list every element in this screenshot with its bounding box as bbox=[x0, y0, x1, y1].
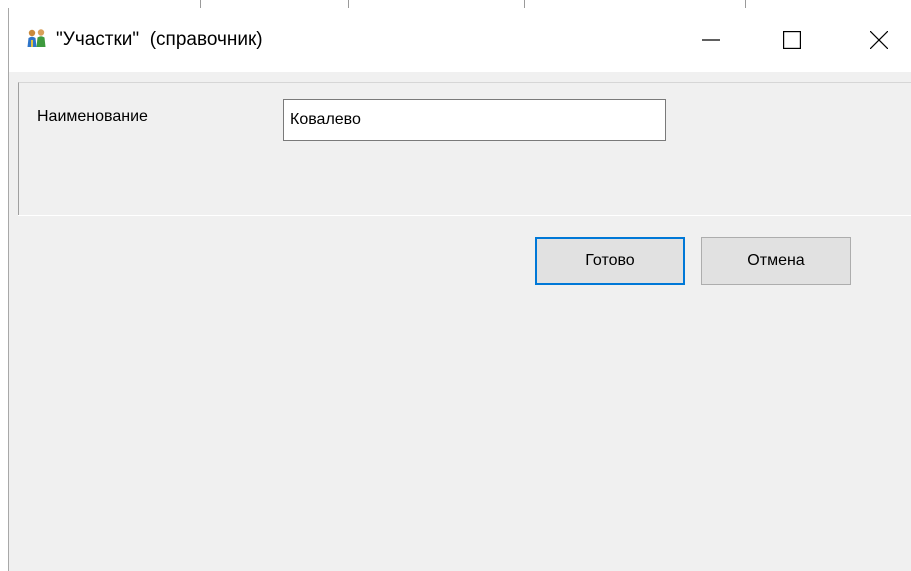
name-input[interactable] bbox=[283, 99, 666, 141]
window-title: "Участки" (справочник) bbox=[56, 29, 263, 50]
form-panel: Наименование bbox=[18, 82, 911, 215]
name-label: Наименование bbox=[37, 108, 148, 125]
cancel-button[interactable]: Отмена bbox=[701, 237, 851, 285]
close-button[interactable] bbox=[847, 8, 911, 72]
close-icon bbox=[870, 31, 888, 49]
ok-button[interactable]: Готово bbox=[535, 237, 685, 285]
title-bar[interactable]: "Участки" (справочник) bbox=[9, 8, 911, 72]
divider bbox=[18, 215, 911, 216]
minimize-icon bbox=[702, 31, 720, 49]
dialog-window: "Участки" (справочник) Наименование Гото… bbox=[8, 8, 911, 571]
maximize-button[interactable] bbox=[760, 8, 824, 72]
background-line bbox=[524, 0, 525, 8]
background-line bbox=[200, 0, 201, 8]
app-figures-icon bbox=[26, 28, 48, 48]
background-line bbox=[348, 0, 349, 8]
background-line bbox=[745, 0, 746, 8]
maximize-icon bbox=[783, 31, 801, 49]
minimize-button[interactable] bbox=[679, 8, 743, 72]
